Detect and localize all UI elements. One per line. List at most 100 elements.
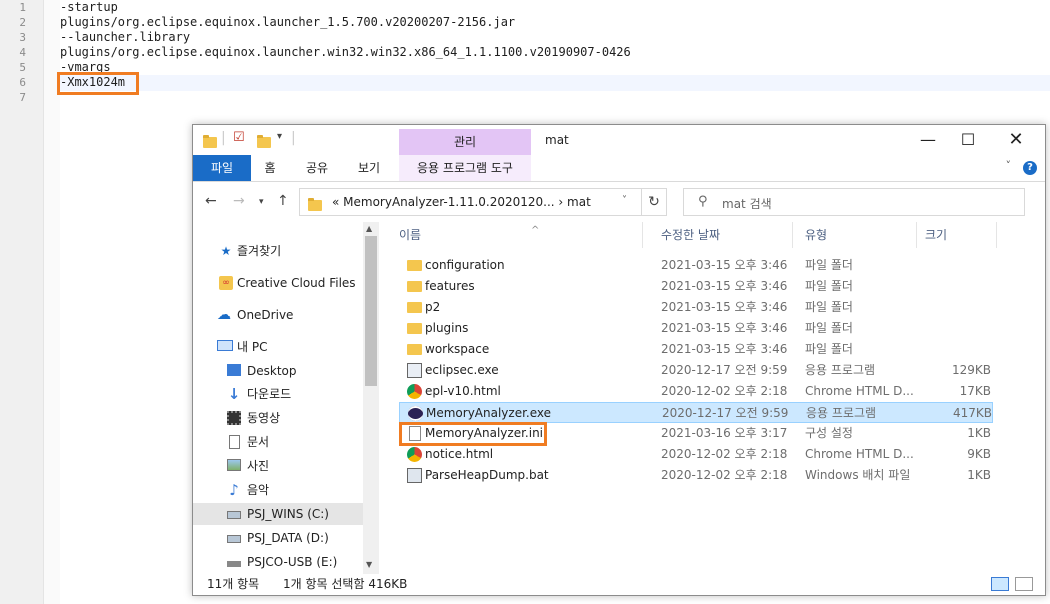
line-number: 7 (19, 91, 26, 104)
line-text[interactable]: plugins/org.eclipse.equinox.launcher_1.5… (60, 15, 515, 30)
nav-item-this-pc[interactable]: 내 PC (193, 336, 363, 358)
file-row[interactable]: p2 2021-03-15 오후 3:46 파일 폴더 (399, 297, 993, 318)
nav-item-documents[interactable]: 문서 (193, 431, 363, 453)
file-name: notice.html (425, 447, 494, 461)
ribbon-tabs[interactable]: 파일 홈 공유 보기 응용 프로그램 도구 ˅ ? (193, 155, 1045, 182)
help-icon[interactable]: ? (1023, 161, 1037, 175)
file-row[interactable]: notice.html 2020-12-02 오후 2:18 Chrome HTML… (399, 444, 993, 465)
scroll-down-icon[interactable]: ▼ (366, 560, 372, 569)
file-row[interactable]: configuration 2021-03-15 오후 3:46 파일 폴더 (399, 255, 993, 276)
customize-toolbar-icon[interactable]: ▾ (277, 131, 282, 147)
address-dropdown-icon[interactable]: ˅ (622, 195, 627, 206)
column-header-date[interactable]: 수정한 날짜 (653, 222, 793, 248)
file-type: 파일 폴더 (805, 342, 853, 356)
forward-arrow-icon[interactable]: → (233, 193, 245, 209)
column-header-size[interactable]: 크기 (917, 222, 997, 248)
file-size: 129KB (951, 363, 991, 377)
nav-item-drive-d[interactable]: PSJ_DATA (D:) (193, 527, 363, 549)
file-explorer-window[interactable]: | ☑ ▾ | 관리 mat — ☐ ✕ 파일 홈 공유 보기 응용 프로그램 … (192, 124, 1046, 596)
new-folder-icon[interactable] (257, 133, 271, 149)
highlight-box-ini-file (399, 422, 547, 446)
nav-item-onedrive[interactable]: ☁ OneDrive (193, 304, 363, 326)
column-header-name[interactable]: 이름 ^ (391, 222, 643, 248)
chevron-down-icon[interactable]: ˅ (1006, 159, 1012, 172)
address-bar[interactable]: « MemoryAnalyzer-1.11.0.2020120... › mat… (299, 188, 667, 216)
file-date: 2021-03-15 오후 3:46 (661, 342, 788, 356)
file-date: 2020-12-02 오후 2:18 (661, 447, 788, 461)
file-name: p2 (425, 300, 441, 314)
nav-pane-scrollbar[interactable]: ▲ ▼ (363, 222, 379, 574)
nav-item-drive-c[interactable]: PSJ_WINS (C:) (193, 503, 363, 525)
line-number: 1 (19, 1, 26, 14)
file-date: 2020-12-17 오전 9:59 (661, 363, 788, 377)
up-arrow-icon[interactable]: ↑ (277, 193, 289, 209)
tab-view[interactable]: 보기 (351, 155, 387, 181)
file-name: epl-v10.html (425, 384, 501, 398)
context-tab-manage[interactable]: 관리 (399, 129, 531, 157)
file-row[interactable]: workspace 2021-03-15 오후 3:46 파일 폴더 (399, 339, 993, 360)
nav-item-pictures[interactable]: 사진 (193, 455, 363, 477)
scroll-up-icon[interactable]: ▲ (366, 224, 372, 233)
file-row[interactable]: ParseHeapDump.bat 2020-12-02 오후 2:18 Windo… (399, 465, 993, 486)
bat-icon (407, 468, 422, 483)
address-path[interactable]: « MemoryAnalyzer-1.11.0.2020120... › mat (332, 195, 591, 209)
maximize-icon[interactable]: ☐ (945, 129, 991, 153)
tab-share[interactable]: 공유 (299, 155, 335, 181)
properties-icon[interactable]: ☑ (233, 130, 245, 146)
file-date: 2021-03-15 오후 3:46 (661, 321, 788, 335)
nav-item-music[interactable]: ♪ 음악 (193, 479, 363, 501)
title-bar[interactable]: | ☑ ▾ | 관리 mat — ☐ ✕ (193, 125, 1045, 157)
search-icon: ⚲ (698, 194, 708, 209)
recent-locations-icon[interactable]: ▾ (259, 197, 264, 207)
cloud-icon: ☁ (217, 307, 231, 323)
tab-application-tools[interactable]: 응용 프로그램 도구 (399, 155, 531, 181)
document-icon (229, 435, 240, 449)
nav-item-drive-e[interactable]: PSJCO-USB (E:) (193, 551, 363, 573)
column-header-type[interactable]: 유형 (797, 222, 917, 248)
eclipse-icon (408, 406, 423, 421)
file-type: 응용 프로그램 (805, 363, 876, 377)
search-box[interactable]: ⚲ mat 검색 (683, 188, 1025, 216)
line-text[interactable]: --launcher.library (60, 30, 190, 45)
details-view-icon[interactable] (991, 577, 1009, 591)
file-date: 2021-03-16 오후 3:17 (661, 426, 788, 440)
file-row[interactable]: plugins 2021-03-15 오후 3:46 파일 폴더 (399, 318, 993, 339)
file-name: ParseHeapDump.bat (425, 468, 549, 482)
large-icons-view-icon[interactable] (1015, 577, 1033, 591)
line-text[interactable]: plugins/org.eclipse.equinox.launcher.win… (60, 45, 631, 60)
exe-icon (407, 363, 422, 378)
line-number: 3 (19, 31, 26, 44)
file-row[interactable]: epl-v10.html 2020-12-02 오후 2:18 Chrome HTM… (399, 381, 993, 402)
highlight-box-xmx (57, 72, 139, 95)
refresh-button[interactable]: ↻ (641, 188, 667, 216)
tab-home[interactable]: 홈 (255, 155, 285, 181)
nav-item-downloads[interactable]: ↓ 다운로드 (193, 383, 363, 405)
file-row[interactable]: eclipsec.exe 2020-12-17 오전 9:59 응용 프로그램 129… (399, 360, 993, 381)
scrollbar-thumb[interactable] (365, 236, 377, 386)
file-date: 2021-03-15 오후 3:46 (661, 258, 788, 272)
star-icon: ★ (220, 244, 232, 258)
file-type: 파일 폴더 (805, 321, 853, 335)
nav-item-quick-access[interactable]: ★ 즐겨찾기 (193, 240, 363, 262)
nav-item-creative-cloud[interactable]: ∞ Creative Cloud Files (193, 272, 363, 294)
computer-icon (217, 340, 233, 351)
music-icon: ♪ (229, 481, 239, 499)
navigation-pane[interactable]: ★ 즐겨찾기 ∞ Creative Cloud Files ☁ OneDrive… (193, 222, 379, 574)
tab-file[interactable]: 파일 (193, 155, 251, 181)
picture-icon (227, 459, 241, 471)
separator: | (291, 130, 296, 146)
file-type: 파일 폴더 (805, 279, 853, 293)
close-icon[interactable]: ✕ (993, 129, 1039, 153)
folder-icon (308, 196, 322, 215)
drive-icon (227, 535, 241, 543)
file-size: 417KB (952, 406, 992, 420)
nav-item-desktop[interactable]: Desktop (193, 360, 363, 382)
file-row[interactable]: features 2021-03-15 오후 3:46 파일 폴더 (399, 276, 993, 297)
file-type: 파일 폴더 (805, 258, 853, 272)
separator: | (221, 130, 226, 146)
nav-item-videos[interactable]: 동영상 (193, 407, 363, 429)
search-input[interactable]: mat 검색 (722, 195, 772, 212)
line-text[interactable]: -startup (60, 0, 118, 15)
file-row[interactable]: MemoryAnalyzer.exe 2020-12-17 오전 9:59 응용 프… (399, 402, 993, 423)
back-arrow-icon[interactable]: ← (205, 193, 217, 209)
